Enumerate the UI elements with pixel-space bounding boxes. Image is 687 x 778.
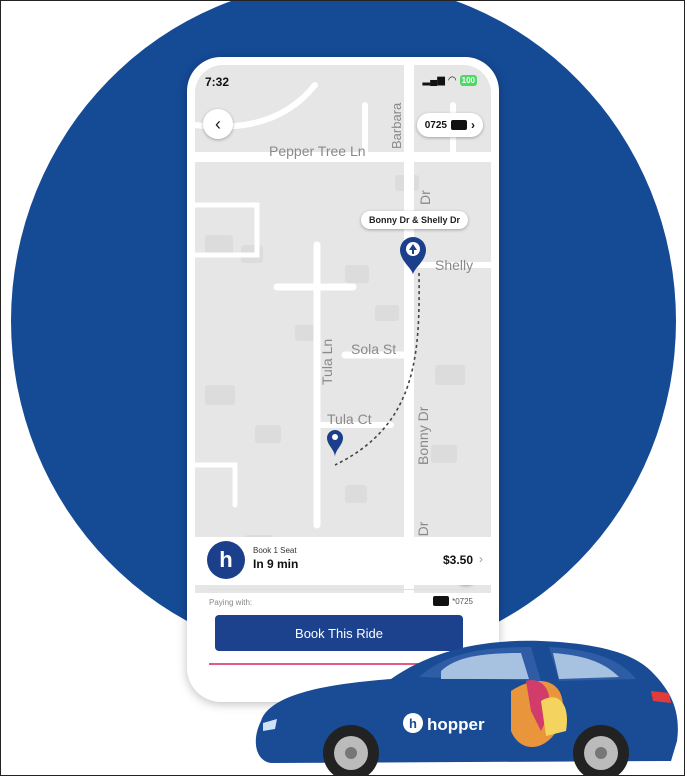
ride-option-row[interactable]: h Book 1 Seat In 9 min $3.50 › xyxy=(195,537,491,585)
signal-icon: ▂▄▆ xyxy=(422,75,445,86)
phone-mockup: 7:32 ▂▄▆ ◠ 100 ‹ 0725 › Pepper Tree Ln B… xyxy=(187,57,499,702)
hopper-logo-icon: h xyxy=(207,541,245,579)
street-label: Shelly xyxy=(435,257,474,273)
ride-eta: In 9 min xyxy=(253,557,299,571)
chevron-right-icon: › xyxy=(471,118,475,132)
chevron-left-icon: ‹ xyxy=(215,113,221,134)
payment-method[interactable]: *0725 xyxy=(433,596,473,606)
status-bar: 7:32 ▂▄▆ ◠ 100 xyxy=(195,65,491,95)
street-label: Tula Ln xyxy=(319,338,335,385)
ride-title: Book 1 Seat xyxy=(253,546,297,555)
status-time: 7:32 xyxy=(205,75,230,89)
payment-card-number: *0725 xyxy=(452,596,473,606)
svg-text:h: h xyxy=(409,716,417,731)
paying-with-label: Paying with: xyxy=(209,598,253,607)
street-label: Sola St xyxy=(351,341,397,357)
payment-card-pill[interactable]: 0725 › xyxy=(416,113,483,137)
street-label: Bonny Dr xyxy=(415,406,431,465)
ride-price: $3.50 xyxy=(442,553,473,567)
back-button[interactable]: ‹ xyxy=(203,109,233,139)
screenshot-frame: 7:32 ▂▄▆ ◠ 100 ‹ 0725 › Pepper Tree Ln B… xyxy=(0,0,685,776)
street-label: Pepper Tree Ln xyxy=(269,143,366,159)
car-brand-text: hopper xyxy=(427,715,485,734)
wifi-icon: ◠ xyxy=(447,75,457,86)
chevron-right-icon: › xyxy=(479,552,483,566)
street-label: Dr xyxy=(417,190,433,205)
street-label: Tula Ct xyxy=(327,411,372,427)
card-number: 0725 xyxy=(424,119,447,131)
divider xyxy=(209,589,477,590)
pickup-stop-label[interactable]: Bonny Dr & Shelly Dr xyxy=(361,211,469,229)
map-view[interactable]: 7:32 ▂▄▆ ◠ 100 ‹ 0725 › Pepper Tree Ln B… xyxy=(195,65,491,593)
hopper-car-illustration: h hopper xyxy=(255,640,678,775)
battery-icon: 100 xyxy=(459,75,477,86)
visa-card-icon xyxy=(433,596,450,606)
status-icons: ▂▄▆ ◠ 100 xyxy=(422,75,477,86)
visa-card-icon xyxy=(451,120,467,130)
street-label: Barbara xyxy=(389,102,404,149)
